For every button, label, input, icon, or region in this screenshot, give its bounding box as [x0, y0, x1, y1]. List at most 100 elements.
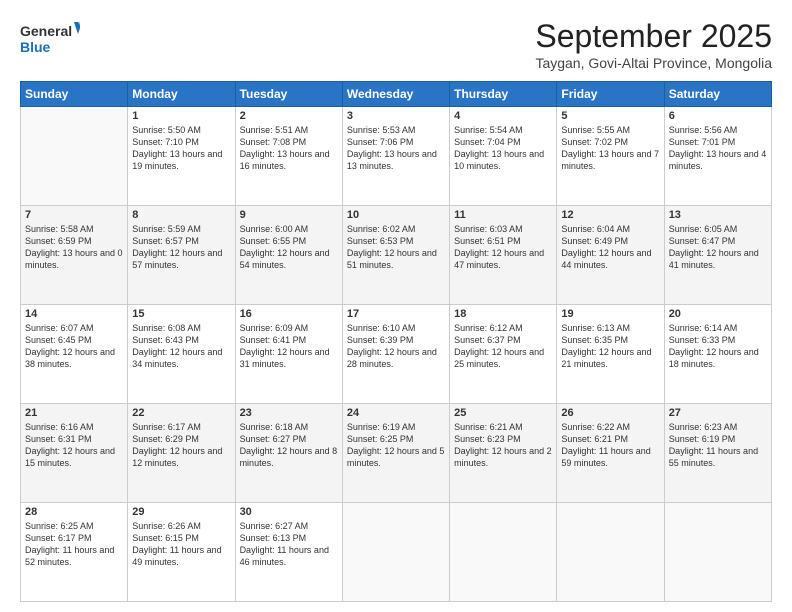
calendar-week-row: 14 Sunrise: 6:07 AM Sunset: 6:45 PM Dayl… [21, 305, 772, 404]
day-number: 15 [132, 308, 230, 320]
logo-svg: General Blue [20, 18, 80, 60]
day-info: Sunrise: 5:53 AM Sunset: 7:06 PM Dayligh… [347, 124, 445, 173]
table-row: 12 Sunrise: 6:04 AM Sunset: 6:49 PM Dayl… [557, 206, 664, 305]
day-info: Sunrise: 6:05 AM Sunset: 6:47 PM Dayligh… [669, 223, 767, 272]
day-info: Sunrise: 5:55 AM Sunset: 7:02 PM Dayligh… [561, 124, 659, 173]
table-row: 9 Sunrise: 6:00 AM Sunset: 6:55 PM Dayli… [235, 206, 342, 305]
day-info: Sunrise: 6:00 AM Sunset: 6:55 PM Dayligh… [240, 223, 338, 272]
day-info: Sunrise: 6:25 AM Sunset: 6:17 PM Dayligh… [25, 520, 123, 569]
calendar-header-row: Sunday Monday Tuesday Wednesday Thursday… [21, 82, 772, 107]
day-number: 2 [240, 110, 338, 122]
col-sunday: Sunday [21, 82, 128, 107]
day-number: 29 [132, 506, 230, 518]
table-row: 16 Sunrise: 6:09 AM Sunset: 6:41 PM Dayl… [235, 305, 342, 404]
day-info: Sunrise: 5:56 AM Sunset: 7:01 PM Dayligh… [669, 124, 767, 173]
table-row: 26 Sunrise: 6:22 AM Sunset: 6:21 PM Dayl… [557, 404, 664, 503]
day-info: Sunrise: 6:22 AM Sunset: 6:21 PM Dayligh… [561, 421, 659, 470]
day-number: 4 [454, 110, 552, 122]
month-title: September 2025 [535, 18, 772, 55]
day-info: Sunrise: 6:27 AM Sunset: 6:13 PM Dayligh… [240, 520, 338, 569]
table-row: 29 Sunrise: 6:26 AM Sunset: 6:15 PM Dayl… [128, 503, 235, 602]
table-row: 17 Sunrise: 6:10 AM Sunset: 6:39 PM Dayl… [342, 305, 449, 404]
table-row: 2 Sunrise: 5:51 AM Sunset: 7:08 PM Dayli… [235, 107, 342, 206]
table-row: 11 Sunrise: 6:03 AM Sunset: 6:51 PM Dayl… [450, 206, 557, 305]
day-number: 14 [25, 308, 123, 320]
day-number: 16 [240, 308, 338, 320]
table-row: 8 Sunrise: 5:59 AM Sunset: 6:57 PM Dayli… [128, 206, 235, 305]
col-tuesday: Tuesday [235, 82, 342, 107]
table-row: 21 Sunrise: 6:16 AM Sunset: 6:31 PM Dayl… [21, 404, 128, 503]
day-info: Sunrise: 6:19 AM Sunset: 6:25 PM Dayligh… [347, 421, 445, 470]
svg-text:Blue: Blue [20, 39, 51, 55]
table-row [342, 503, 449, 602]
day-number: 27 [669, 407, 767, 419]
header: General Blue September 2025 Taygan, Govi… [20, 18, 772, 71]
day-info: Sunrise: 6:10 AM Sunset: 6:39 PM Dayligh… [347, 322, 445, 371]
day-info: Sunrise: 6:18 AM Sunset: 6:27 PM Dayligh… [240, 421, 338, 470]
day-number: 26 [561, 407, 659, 419]
day-info: Sunrise: 6:12 AM Sunset: 6:37 PM Dayligh… [454, 322, 552, 371]
table-row: 28 Sunrise: 6:25 AM Sunset: 6:17 PM Dayl… [21, 503, 128, 602]
day-number: 20 [669, 308, 767, 320]
calendar-week-row: 28 Sunrise: 6:25 AM Sunset: 6:17 PM Dayl… [21, 503, 772, 602]
table-row: 22 Sunrise: 6:17 AM Sunset: 6:29 PM Dayl… [128, 404, 235, 503]
table-row: 24 Sunrise: 6:19 AM Sunset: 6:25 PM Dayl… [342, 404, 449, 503]
day-number: 28 [25, 506, 123, 518]
calendar-week-row: 21 Sunrise: 6:16 AM Sunset: 6:31 PM Dayl… [21, 404, 772, 503]
day-number: 30 [240, 506, 338, 518]
day-info: Sunrise: 6:14 AM Sunset: 6:33 PM Dayligh… [669, 322, 767, 371]
day-number: 17 [347, 308, 445, 320]
day-number: 25 [454, 407, 552, 419]
day-info: Sunrise: 6:16 AM Sunset: 6:31 PM Dayligh… [25, 421, 123, 470]
day-info: Sunrise: 6:26 AM Sunset: 6:15 PM Dayligh… [132, 520, 230, 569]
day-info: Sunrise: 6:03 AM Sunset: 6:51 PM Dayligh… [454, 223, 552, 272]
table-row: 25 Sunrise: 6:21 AM Sunset: 6:23 PM Dayl… [450, 404, 557, 503]
col-monday: Monday [128, 82, 235, 107]
table-row [450, 503, 557, 602]
table-row: 7 Sunrise: 5:58 AM Sunset: 6:59 PM Dayli… [21, 206, 128, 305]
location-subtitle: Taygan, Govi-Altai Province, Mongolia [535, 55, 772, 71]
day-number: 22 [132, 407, 230, 419]
day-info: Sunrise: 6:09 AM Sunset: 6:41 PM Dayligh… [240, 322, 338, 371]
page: General Blue September 2025 Taygan, Govi… [0, 0, 792, 612]
day-info: Sunrise: 5:58 AM Sunset: 6:59 PM Dayligh… [25, 223, 123, 272]
day-number: 24 [347, 407, 445, 419]
day-info: Sunrise: 5:50 AM Sunset: 7:10 PM Dayligh… [132, 124, 230, 173]
day-number: 9 [240, 209, 338, 221]
day-number: 6 [669, 110, 767, 122]
table-row: 27 Sunrise: 6:23 AM Sunset: 6:19 PM Dayl… [664, 404, 771, 503]
day-info: Sunrise: 6:21 AM Sunset: 6:23 PM Dayligh… [454, 421, 552, 470]
calendar-week-row: 7 Sunrise: 5:58 AM Sunset: 6:59 PM Dayli… [21, 206, 772, 305]
table-row: 6 Sunrise: 5:56 AM Sunset: 7:01 PM Dayli… [664, 107, 771, 206]
svg-text:General: General [20, 23, 72, 39]
table-row: 19 Sunrise: 6:13 AM Sunset: 6:35 PM Dayl… [557, 305, 664, 404]
day-info: Sunrise: 5:54 AM Sunset: 7:04 PM Dayligh… [454, 124, 552, 173]
day-info: Sunrise: 5:59 AM Sunset: 6:57 PM Dayligh… [132, 223, 230, 272]
calendar-table: Sunday Monday Tuesday Wednesday Thursday… [20, 81, 772, 602]
table-row: 20 Sunrise: 6:14 AM Sunset: 6:33 PM Dayl… [664, 305, 771, 404]
table-row: 15 Sunrise: 6:08 AM Sunset: 6:43 PM Dayl… [128, 305, 235, 404]
calendar-week-row: 1 Sunrise: 5:50 AM Sunset: 7:10 PM Dayli… [21, 107, 772, 206]
table-row: 14 Sunrise: 6:07 AM Sunset: 6:45 PM Dayl… [21, 305, 128, 404]
table-row [21, 107, 128, 206]
table-row: 18 Sunrise: 6:12 AM Sunset: 6:37 PM Dayl… [450, 305, 557, 404]
day-number: 12 [561, 209, 659, 221]
table-row: 10 Sunrise: 6:02 AM Sunset: 6:53 PM Dayl… [342, 206, 449, 305]
table-row: 5 Sunrise: 5:55 AM Sunset: 7:02 PM Dayli… [557, 107, 664, 206]
day-number: 7 [25, 209, 123, 221]
day-number: 21 [25, 407, 123, 419]
day-number: 3 [347, 110, 445, 122]
table-row: 23 Sunrise: 6:18 AM Sunset: 6:27 PM Dayl… [235, 404, 342, 503]
day-number: 23 [240, 407, 338, 419]
day-number: 11 [454, 209, 552, 221]
table-row [557, 503, 664, 602]
day-info: Sunrise: 6:17 AM Sunset: 6:29 PM Dayligh… [132, 421, 230, 470]
day-number: 10 [347, 209, 445, 221]
day-number: 18 [454, 308, 552, 320]
day-info: Sunrise: 6:13 AM Sunset: 6:35 PM Dayligh… [561, 322, 659, 371]
table-row: 4 Sunrise: 5:54 AM Sunset: 7:04 PM Dayli… [450, 107, 557, 206]
day-info: Sunrise: 6:23 AM Sunset: 6:19 PM Dayligh… [669, 421, 767, 470]
col-saturday: Saturday [664, 82, 771, 107]
table-row: 1 Sunrise: 5:50 AM Sunset: 7:10 PM Dayli… [128, 107, 235, 206]
col-thursday: Thursday [450, 82, 557, 107]
